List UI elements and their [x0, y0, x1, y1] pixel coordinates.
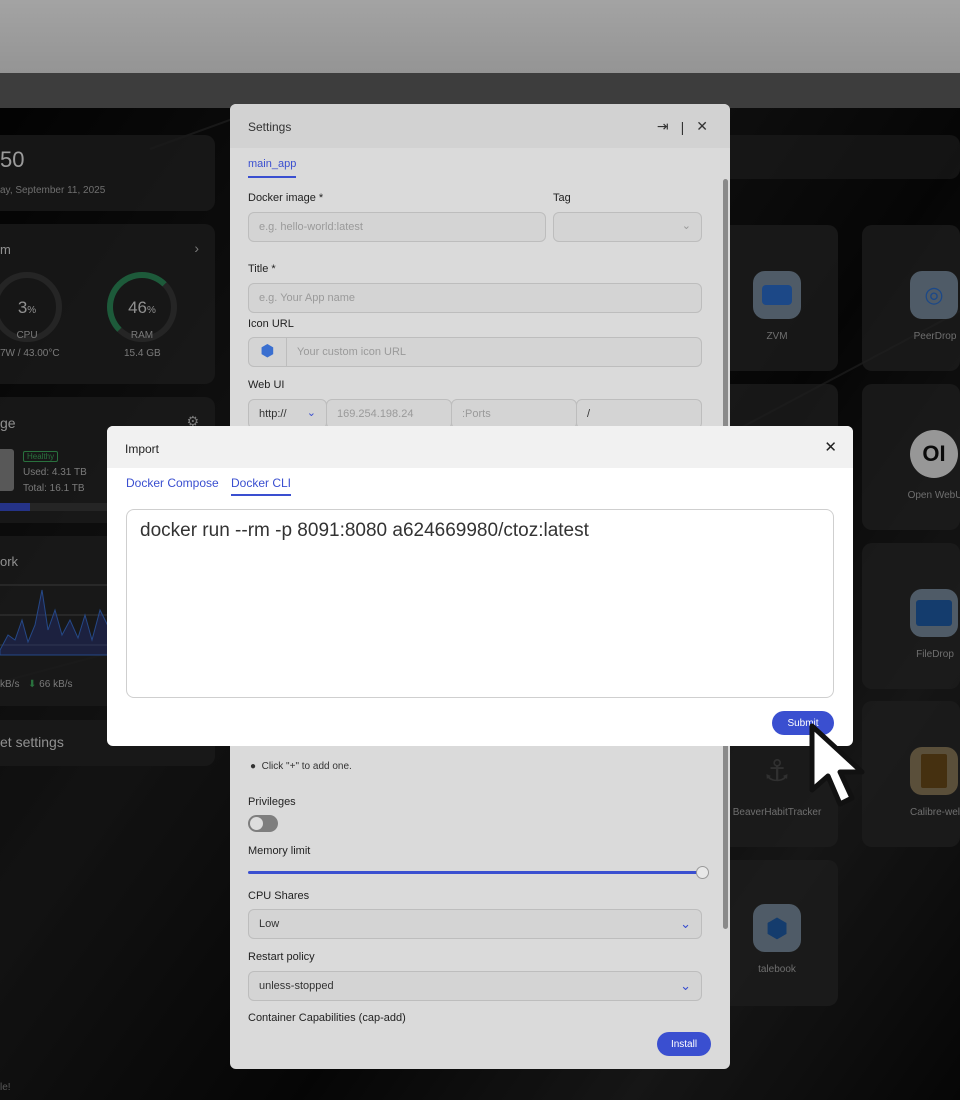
- import-title: Import: [125, 442, 160, 456]
- webui-ports-input[interactable]: :Ports: [451, 399, 577, 429]
- import-header: Import ✕: [107, 426, 853, 468]
- icon-url-input[interactable]: Your custom icon URL: [297, 346, 406, 358]
- webui-scheme-select[interactable]: http://⌄: [248, 399, 327, 429]
- import-dialog: Import ✕ Docker Compose Docker CLI docke…: [107, 426, 853, 746]
- docker-image-input[interactable]: e.g. hello-world:latest: [248, 212, 546, 242]
- cpu-shares-label: CPU Shares: [248, 890, 310, 902]
- memory-label: Memory limit: [248, 845, 311, 857]
- cube-icon: ⬢: [249, 338, 287, 366]
- title-label: Title *: [248, 263, 276, 275]
- tag-label: Tag: [553, 192, 571, 204]
- tab-main-app[interactable]: main_app: [248, 158, 297, 178]
- restart-policy-select[interactable]: unless-stopped ⌄: [248, 971, 702, 1001]
- webui-path-input[interactable]: /: [576, 399, 702, 429]
- webui-label: Web UI: [248, 379, 285, 391]
- memory-slider-handle[interactable]: [696, 866, 709, 879]
- webui-host-input[interactable]: 169.254.198.24: [326, 399, 452, 429]
- chevron-down-icon: ⌄: [306, 407, 316, 419]
- tab-docker-cli[interactable]: Docker CLI: [231, 476, 292, 496]
- cpu-shares-select[interactable]: Low ⌄: [248, 909, 702, 939]
- memory-slider-track[interactable]: [248, 871, 703, 874]
- mouse-pointer-icon: [809, 723, 865, 807]
- install-button[interactable]: Install: [657, 1032, 711, 1056]
- icon-url-label: Icon URL: [248, 318, 294, 330]
- hint-text: ● Click "+" to add one.: [250, 761, 352, 772]
- chevron-down-icon: ⌄: [680, 978, 691, 993]
- tab-docker-compose[interactable]: Docker Compose: [126, 476, 219, 494]
- capabilities-label: Container Capabilities (cap-add): [248, 1012, 406, 1024]
- docker-cli-textarea[interactable]: docker run --rm -p 8091:8080 a624669980/…: [126, 509, 834, 698]
- settings-title: Settings: [248, 120, 292, 134]
- chevron-down-icon: ⌄: [681, 220, 691, 232]
- settings-header: Settings ⇥ | ✕: [230, 104, 730, 148]
- import-icon[interactable]: ⇥: [657, 118, 669, 135]
- restart-policy-label: Restart policy: [248, 951, 315, 963]
- close-icon[interactable]: ✕: [696, 118, 708, 135]
- privileges-toggle[interactable]: [248, 815, 278, 832]
- divider: |: [680, 118, 685, 135]
- info-icon: ●: [250, 761, 257, 772]
- title-input[interactable]: e.g. Your App name: [248, 283, 702, 313]
- icon-url-field[interactable]: ⬢ Your custom icon URL: [248, 337, 702, 367]
- docker-image-label: Docker image *: [248, 192, 324, 204]
- close-icon[interactable]: ✕: [824, 438, 837, 456]
- tag-select[interactable]: ⌄: [553, 212, 702, 242]
- chevron-down-icon: ⌄: [680, 916, 691, 931]
- privileges-label: Privileges: [248, 796, 296, 808]
